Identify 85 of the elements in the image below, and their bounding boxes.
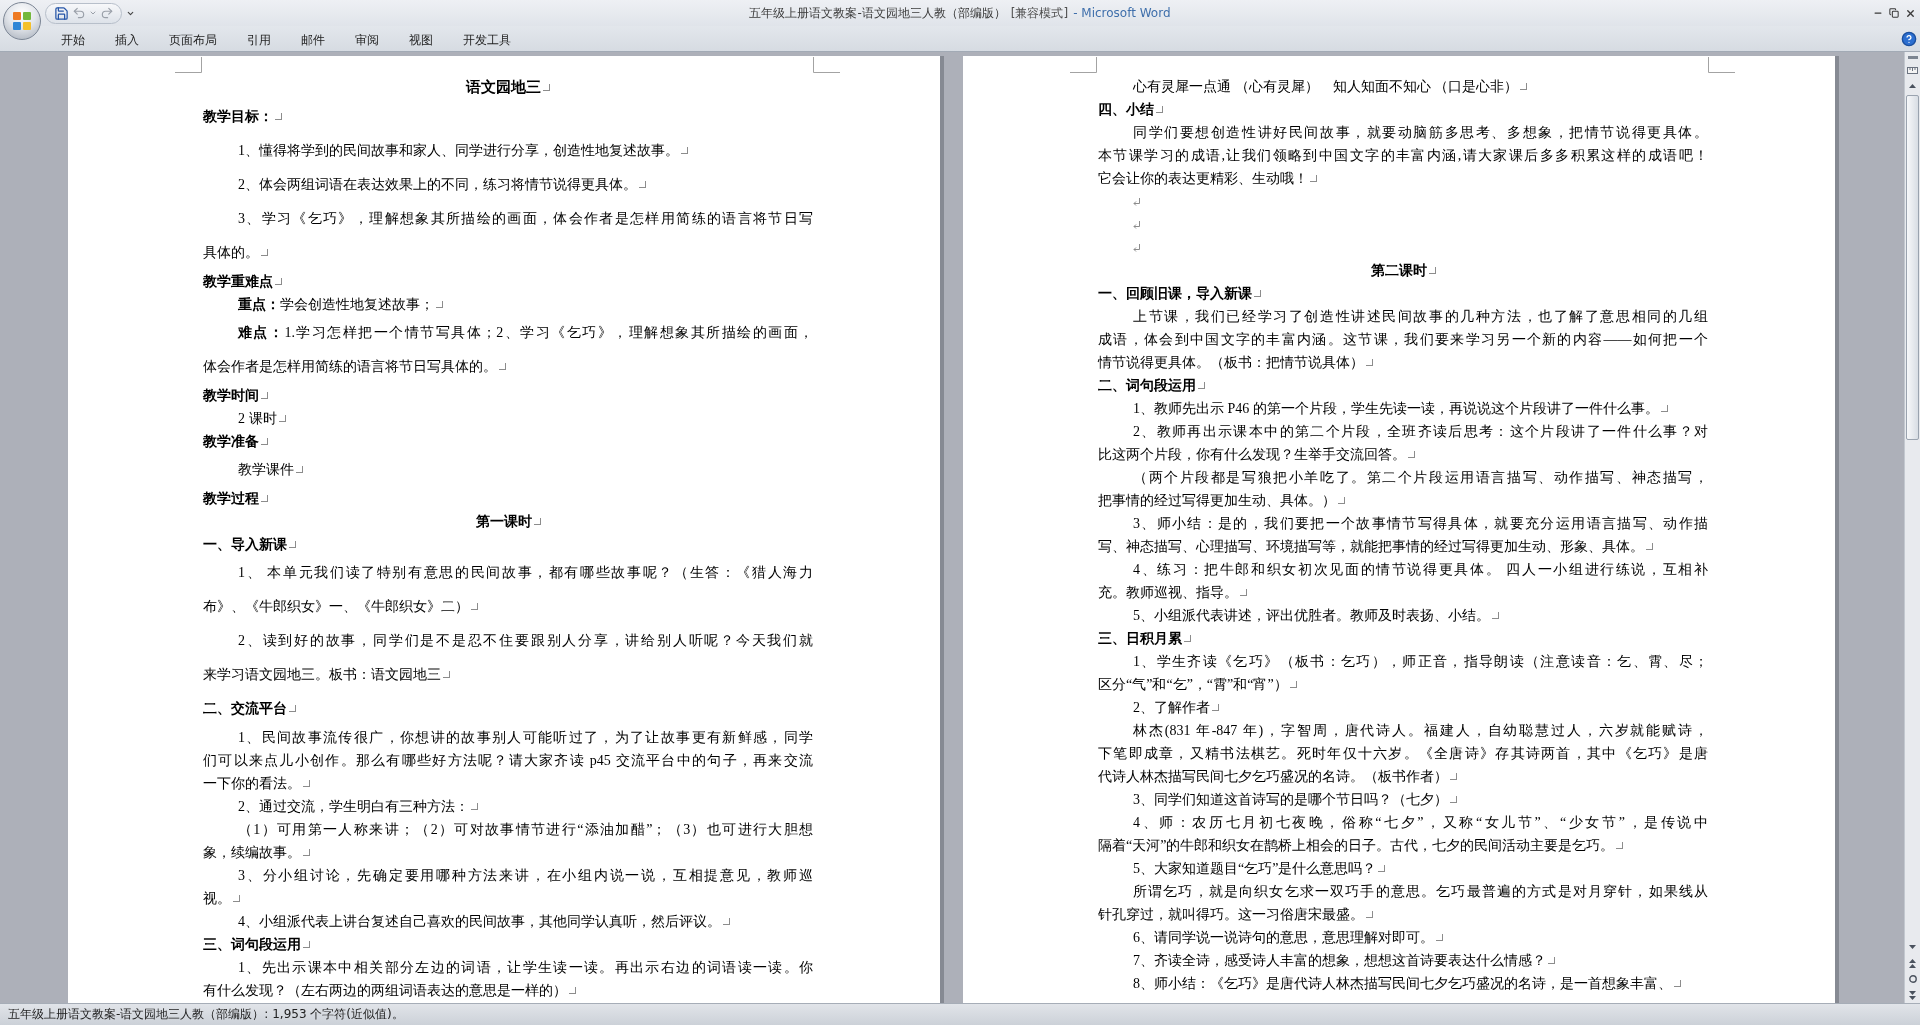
- restore-icon: [1889, 8, 1899, 18]
- ribbon-tab[interactable]: 引用: [232, 28, 286, 51]
- split-box[interactable]: [1907, 56, 1918, 59]
- paragraph-mark-icon: [1133, 198, 1140, 206]
- ribbon-tab[interactable]: 插入: [100, 28, 154, 51]
- paragraph: 1、教师先出示 P46 的第一个片段，学生先读一读，再说说这个片段讲了一件什么事。: [1133, 401, 1668, 416]
- document-title: 语文园地三: [466, 79, 550, 95]
- section-heading: 二、交流平台: [203, 701, 296, 716]
- paragraph: 5、小组派代表讲述，评出优胜者。教师及时表扬、小结。: [1133, 608, 1499, 623]
- redo-icon: [100, 6, 114, 20]
- paragraph: 1、 本单元我们读了特别有意思的民间故事，都有哪些故事呢？（生答：《猎人海力 布》、《牛郎织女》一、《牛郎织女》二）: [203, 556, 813, 624]
- paragraph-mark-icon: [1133, 244, 1140, 252]
- ribbon-tab[interactable]: 邮件: [286, 28, 340, 51]
- scrollbar-thumb[interactable]: [1906, 95, 1919, 440]
- ribbon-tab[interactable]: 页面布局: [154, 28, 232, 51]
- section-heading: 教学重难点: [203, 274, 282, 289]
- section-heading: 三、词句段运用: [203, 937, 310, 952]
- double-up-arrow-icon: [1909, 958, 1916, 968]
- section-heading: 一、回顾旧课，导入新课: [1098, 286, 1261, 301]
- up-arrow-icon: [1909, 84, 1916, 88]
- window-title: 五年级上册语文教案-语文园地三人教（部编版）: [749, 4, 1006, 22]
- paragraph: 7、齐读全诗，感受诗人丰富的想象，想想这首诗要表达什么情感？: [1133, 953, 1555, 968]
- paragraph: （1）可用第一人称来讲；（2）可对故事情节进行“添油加醋”；（3）也可进行大胆想 象，续编故事。: [203, 818, 813, 864]
- paragraph: 4、小组派代表上讲台复述自己喜欢的民间故事，其他同学认真听，然后评议。: [238, 914, 730, 929]
- lesson-heading: 第二课时: [1370, 263, 1436, 278]
- paragraph: 1、先出示课本中相关部分左边的词语，让学生读一读。再出示右边的词语读一读。你 有什么发现？（左右两边的两组词语表达的意思是一样的）: [203, 956, 813, 1002]
- save-button[interactable]: [54, 4, 69, 22]
- crop-mark-icon: [175, 57, 202, 73]
- paragraph: 上节课，我们已经学习了创造性讲述民间故事的几种方法，也了解了意思相同的几组 成语，体会到中国文字的丰富内涵。这节课，我们要来学习另一个新的内容——如何把一个 情节说得更具体。（板书：把情节说具体）: [1098, 305, 1708, 374]
- paragraph: 6、请同学说一说诗句的意思，意思理解对即可。: [1133, 930, 1443, 945]
- paragraph: 2、了解作者: [1133, 700, 1219, 715]
- section-heading: 教学过程: [203, 491, 268, 506]
- circle-icon: [1908, 975, 1917, 983]
- paragraph: 3、分小组讨论，先确定要用哪种方法来讲，在小组内说一说，互相提意见，教师巡 视。: [203, 864, 813, 910]
- paragraph: 8、师小结：《乞巧》是唐代诗人林杰描写民间七夕乞巧盛况的名诗，是一首想象丰富、: [1133, 976, 1681, 991]
- paragraph: 2、教师再出示课本中的第二个片段，全班齐读后思考：这个片段讲了一件什么事？对 比这两个片段，你有什么发现？生举手交流回答。: [1098, 420, 1708, 466]
- compatibility-mode-label: [兼容模式]: [1010, 4, 1069, 22]
- colored-squares-icon: [12, 11, 32, 31]
- paragraph: 同学们要想创造性讲好民间故事，就要动脑筋多思考、多想象，把情节说得更具体。 本节课学习的成语,让我们领略到中国文字的丰富内涵,请大家课后多多积累这样的成语吧！ 它会让你的表达更精彩、生动哦！: [1098, 121, 1708, 190]
- section-heading: 教学目标：: [203, 109, 282, 124]
- lesson-heading: 第一课时: [475, 514, 541, 529]
- paragraph: 2、读到好的故事，同学们是不是忍不住要跟别人分享，讲给别人听呢？今天我们就 来学习语文园地三。板书：语文园地三: [203, 624, 813, 692]
- paragraph: 心有灵犀一点通 （心有灵犀） 知人知面不知心 （口是心非）: [1133, 79, 1527, 94]
- section-heading: 四、小结: [1098, 102, 1163, 117]
- close-icon: [1904, 7, 1916, 19]
- paragraph: 4、师：农历七月初七夜晚，俗称“七夕”，又称“女儿节”、“少女节”，是传说中 隔着“天河”的牛郎和织女在鹊桥上相会的日子。古代，七夕的民间活动主要是乞巧。: [1098, 811, 1708, 857]
- section-heading: 一、导入新课: [203, 537, 296, 552]
- application-name: - Microsoft Word: [1073, 6, 1171, 20]
- ribbon-tab[interactable]: 审阅: [340, 28, 394, 51]
- help-button[interactable]: [1901, 30, 1917, 47]
- crop-mark-icon: [1070, 57, 1097, 73]
- paragraph: 2、体会两组词语在表达效果上的不同，练习将情节说得更具体。: [238, 177, 646, 192]
- paragraph: 3、学习《乞巧》，理解想象其所描绘的画面，体会作者是怎样用简练的语言将节日写 具体的。: [203, 202, 813, 270]
- section-heading: 三、日积月累: [1098, 631, 1191, 646]
- paragraph: 林杰(831 年-847 年)，字智周，唐代诗人。福建人，自幼聪慧过人，六岁就能赋诗， 下笔即成章，又精书法棋艺。死时年仅十六岁。《全唐诗》存其诗两首，其中《乞巧》是唐 代诗人林杰描写民间七夕乞巧盛况的名诗。（板书作者）: [1098, 719, 1708, 788]
- paragraph: 1、懂得将学到的民间故事和家人、同学进行分享，创造性地复述故事。: [238, 143, 688, 158]
- ribbon-tab[interactable]: 视图: [394, 28, 448, 51]
- paragraph: 重点：学会创造性地复述故事；: [238, 297, 443, 312]
- paragraph: 5、大家知道题目“乞巧”是什么意思吗？: [1133, 861, 1386, 876]
- ribbon-tab[interactable]: 开发工具: [448, 28, 526, 51]
- crop-mark-icon: [1708, 57, 1735, 73]
- ribbon-tab[interactable]: 开始: [46, 28, 100, 51]
- paragraph: （两个片段都是写狼把小羊吃了。第二个片段运用语言描写、动作描写、神态描写， 把事情的经过写得更加生动、具体。）: [1098, 466, 1708, 512]
- save-icon: [54, 5, 69, 21]
- paragraph: 难点：1.学习怎样把一个情节写具体；2、学习《乞巧》，理解想象其所描绘的画面， 体会作者是怎样用简练的语言将节日写具体的。: [203, 316, 813, 384]
- paragraph: 3、同学们知道这首诗写的是哪个节日吗？（七夕）: [1133, 792, 1457, 807]
- section-heading: 教学时间: [203, 388, 268, 403]
- double-down-arrow-icon: [1909, 990, 1916, 1000]
- paragraph: 2、通过交流，学生明白有三种方法：: [238, 799, 478, 814]
- crop-mark-icon: [813, 57, 840, 73]
- down-arrow-icon: [1909, 945, 1916, 949]
- paragraph: 教学课件: [238, 462, 303, 477]
- caret-icon: [89, 9, 97, 17]
- paragraph: 1、民间故事流传很广，你想讲的故事别人可能听过了，为了让故事更有新鲜感，同学 们可以来点儿小创作。那么有哪些好方法呢？请大家齐读 p45 交流平台中的句子，再来交流 一下你的看法。: [203, 726, 813, 795]
- paragraph: 1、学生齐读《乞巧》（板书：乞巧），师正音，指导朗读（注意读音：乞、霄、尽； 区分“气”和“乞”，“霄”和“宵”）: [1098, 650, 1708, 696]
- status-text: 五年级上册语文教案-语文园地三人教（部编版）: 1,953 个字符(近似值)。: [8, 1006, 404, 1023]
- undo-icon: [72, 6, 86, 20]
- paragraph-mark-icon: [1133, 221, 1140, 229]
- paragraph: 2 课时: [238, 411, 286, 426]
- paragraph: 4、练习：把牛郎和织女初次见面的情节说得更具体。 四人一小组进行练说，互相补 充。教师巡视、指导。: [1098, 558, 1708, 604]
- paragraph: 3、师小结：是的，我们要把一个故事情节写得具体，就要充分运用语言描写、动作描 写、神态描写、心理描写、环境描写等，就能把事情的经过写得更加生动、形象、具体。: [1098, 512, 1708, 558]
- section-heading: 二、词句段运用: [1098, 378, 1205, 393]
- section-heading: 教学准备: [203, 434, 268, 449]
- paragraph: 所谓乞巧，就是向织女乞求一双巧手的意思。乞巧最普遍的方式是对月穿针，如果线从 针孔穿过，就叫得巧。这一习俗唐宋最盛。: [1098, 880, 1708, 926]
- help-icon: [1901, 30, 1917, 47]
